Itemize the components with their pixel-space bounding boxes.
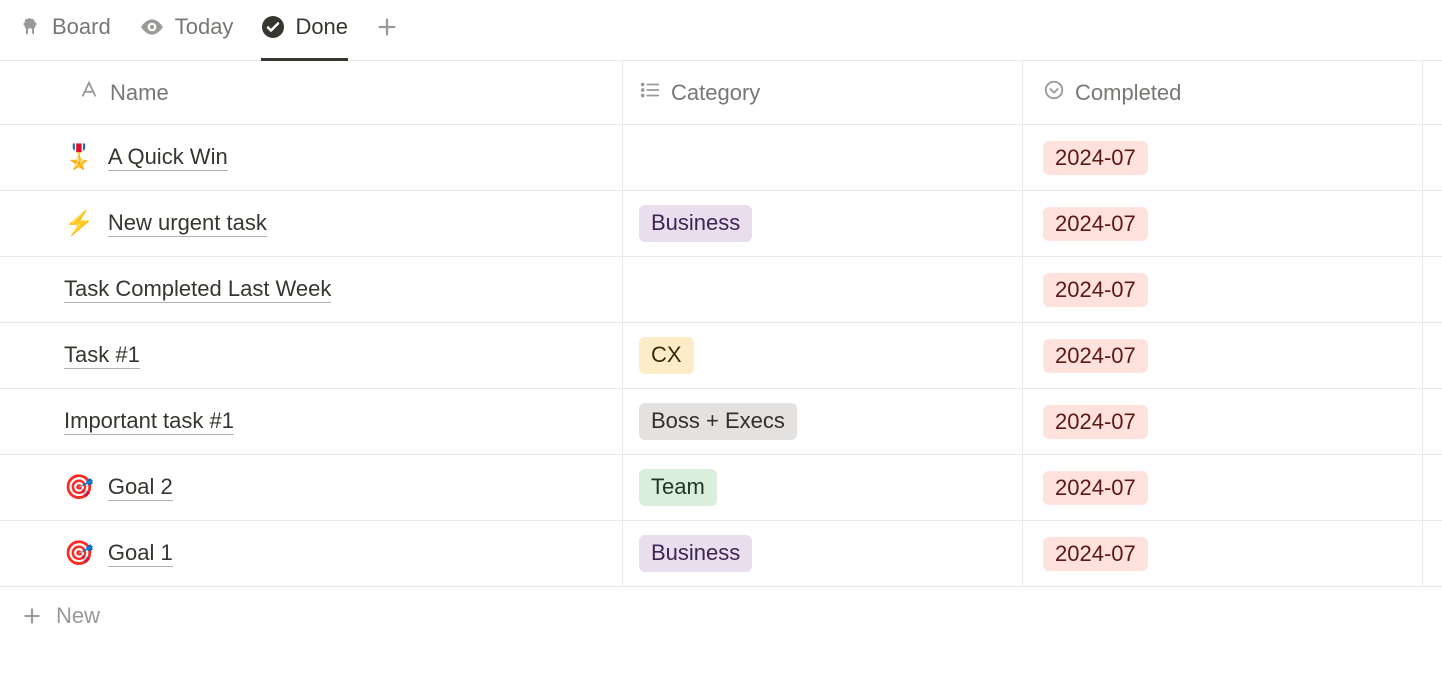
cell-completed[interactable]: 2024-07 (1022, 521, 1422, 587)
completed-chip: 2024-07 (1043, 273, 1148, 307)
cell-name[interactable]: Task #1 (0, 323, 622, 389)
column-header-name[interactable]: Name (0, 61, 622, 125)
cell-trailing (1422, 257, 1442, 323)
completed-chip: 2024-07 (1043, 141, 1148, 175)
row-title[interactable]: Goal 2 (108, 474, 173, 501)
cell-category[interactable]: Business (622, 521, 1022, 587)
cell-category[interactable] (622, 125, 1022, 191)
plus-icon (22, 606, 42, 626)
category-chip: Boss + Execs (639, 403, 797, 440)
cell-category[interactable]: Boss + Execs (622, 389, 1022, 455)
multiselect-icon (639, 79, 661, 107)
completed-chip: 2024-07 (1043, 405, 1148, 439)
table-row[interactable]: ⚡ New urgent task Business 2024-07 (0, 191, 1442, 257)
plus-icon (376, 16, 398, 38)
tab-today-label: Today (175, 14, 234, 40)
table-row[interactable]: 🎖️ A Quick Win 2024-07 (0, 125, 1442, 191)
table-row[interactable]: Important task #1 Boss + Execs 2024-07 (0, 389, 1442, 455)
cell-completed[interactable]: 2024-07 (1022, 125, 1422, 191)
new-row-label: New (56, 603, 100, 629)
check-circle-icon (261, 15, 285, 39)
column-header-completed[interactable]: Completed (1022, 61, 1422, 125)
table-row[interactable]: Task Completed Last Week 2024-07 (0, 257, 1442, 323)
category-chip: Business (639, 535, 752, 572)
table: Name Category Completed (0, 61, 1442, 125)
row-emoji: 🎖️ (64, 146, 94, 170)
add-view-button[interactable] (376, 16, 398, 48)
column-header-category[interactable]: Category (622, 61, 1022, 125)
tab-board[interactable]: Board (18, 14, 111, 50)
completed-chip: 2024-07 (1043, 339, 1148, 373)
eye-icon (139, 14, 165, 40)
row-emoji: 🎯 (64, 542, 94, 566)
category-chip: CX (639, 337, 694, 374)
row-title[interactable]: Important task #1 (64, 408, 234, 435)
text-property-icon (78, 79, 100, 107)
row-title[interactable]: A Quick Win (108, 144, 228, 171)
cell-completed[interactable]: 2024-07 (1022, 455, 1422, 521)
completed-chip: 2024-07 (1043, 471, 1148, 505)
cell-trailing (1422, 191, 1442, 257)
cell-name[interactable]: 🎯 Goal 2 (0, 455, 622, 521)
table-body: 🎖️ A Quick Win 2024-07 ⚡ New urgent task Busi… (0, 125, 1442, 587)
cell-category[interactable]: Business (622, 191, 1022, 257)
add-column-cell[interactable] (1422, 61, 1442, 125)
board-icon (18, 15, 42, 39)
completed-chip: 2024-07 (1043, 207, 1148, 241)
cell-trailing (1422, 455, 1442, 521)
row-title[interactable]: New urgent task (108, 210, 267, 237)
cell-category[interactable]: CX (622, 323, 1022, 389)
row-emoji: ⚡ (64, 212, 94, 236)
cell-name[interactable]: 🎯 Goal 1 (0, 521, 622, 587)
tab-done-label: Done (295, 14, 348, 40)
tab-done[interactable]: Done (261, 14, 348, 50)
cell-completed[interactable]: 2024-07 (1022, 257, 1422, 323)
tab-board-label: Board (52, 14, 111, 40)
row-title[interactable]: Task #1 (64, 342, 140, 369)
completed-chip: 2024-07 (1043, 537, 1148, 571)
cell-name[interactable]: ⚡ New urgent task (0, 191, 622, 257)
cell-trailing (1422, 521, 1442, 587)
row-title[interactable]: Goal 1 (108, 540, 173, 567)
view-tabs: Board Today Done (0, 0, 1442, 61)
table-row[interactable]: Task #1 CX 2024-07 (0, 323, 1442, 389)
cell-category[interactable]: Team (622, 455, 1022, 521)
cell-trailing (1422, 323, 1442, 389)
table-row[interactable]: 🎯 Goal 2 Team 2024-07 (0, 455, 1442, 521)
new-row-button[interactable]: New (0, 587, 1442, 647)
cell-completed[interactable]: 2024-07 (1022, 323, 1422, 389)
cell-trailing (1422, 125, 1442, 191)
tab-today[interactable]: Today (139, 14, 234, 50)
select-icon (1043, 79, 1065, 107)
cell-trailing (1422, 389, 1442, 455)
cell-completed[interactable]: 2024-07 (1022, 389, 1422, 455)
category-chip: Team (639, 469, 717, 506)
row-emoji: 🎯 (64, 476, 94, 500)
cell-category[interactable] (622, 257, 1022, 323)
cell-completed[interactable]: 2024-07 (1022, 191, 1422, 257)
cell-name[interactable]: 🎖️ A Quick Win (0, 125, 622, 191)
table-row[interactable]: 🎯 Goal 1 Business 2024-07 (0, 521, 1442, 587)
row-title[interactable]: Task Completed Last Week (64, 276, 331, 303)
category-chip: Business (639, 205, 752, 242)
cell-name[interactable]: Task Completed Last Week (0, 257, 622, 323)
cell-name[interactable]: Important task #1 (0, 389, 622, 455)
